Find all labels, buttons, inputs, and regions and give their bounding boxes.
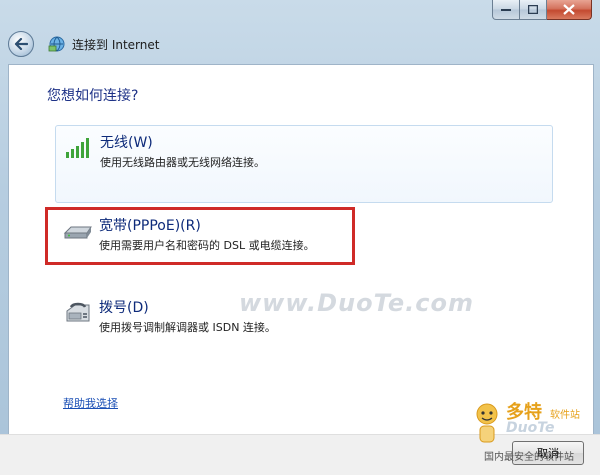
- back-arrow-icon: [14, 38, 28, 50]
- option-dialup-description: 使用拨号调制解调器或 ISDN 连接。: [99, 321, 276, 334]
- brand-domain: DuoTe: [506, 420, 555, 436]
- mascot-icon: [472, 402, 502, 446]
- option-wireless-description: 使用无线路由器或无线网络连接。: [100, 156, 265, 169]
- back-button[interactable]: [8, 31, 34, 57]
- signal-bars-icon: [64, 136, 94, 160]
- wizard-content: 您想如何连接? 无线(W) 使用无线路由器或无线网络连接。 宽带(PPPoE)(…: [8, 64, 594, 435]
- help-me-choose-link[interactable]: 帮助我选择: [63, 395, 118, 411]
- caption-buttons: [492, 0, 592, 20]
- close-icon: [563, 4, 575, 15]
- maximize-button[interactable]: [520, 0, 547, 20]
- close-button[interactable]: [547, 0, 592, 20]
- minimize-icon: [501, 8, 511, 11]
- brand-sub: 软件站: [550, 410, 580, 421]
- connect-to-internet-window: 连接到 Internet 您想如何连接? 无线(W) 使用无线路由器或无线网络连…: [0, 0, 600, 475]
- highlight-annotation: [45, 207, 355, 265]
- minimize-button[interactable]: [492, 0, 520, 20]
- option-dialup[interactable]: 拨号(D) 使用拨号调制解调器或 ISDN 连接。: [55, 291, 551, 343]
- maximize-icon: [528, 5, 538, 14]
- brand-tagline: 国内最安全的软件站: [484, 452, 574, 463]
- window-title: 连接到 Internet: [72, 37, 160, 52]
- network-globe-icon: [48, 35, 66, 53]
- site-logo: 多特 软件站 DuoTe 国内最安全的软件站: [470, 398, 598, 474]
- wizard-nav: 连接到 Internet: [8, 30, 159, 58]
- title-bar: [0, 0, 600, 28]
- option-wireless[interactable]: 无线(W) 使用无线路由器或无线网络连接。: [55, 125, 553, 203]
- dialup-phone-icon: [63, 301, 93, 325]
- option-wireless-title: 无线(W): [100, 135, 153, 151]
- option-dialup-title: 拨号(D): [99, 300, 149, 316]
- page-heading: 您想如何连接?: [47, 88, 139, 104]
